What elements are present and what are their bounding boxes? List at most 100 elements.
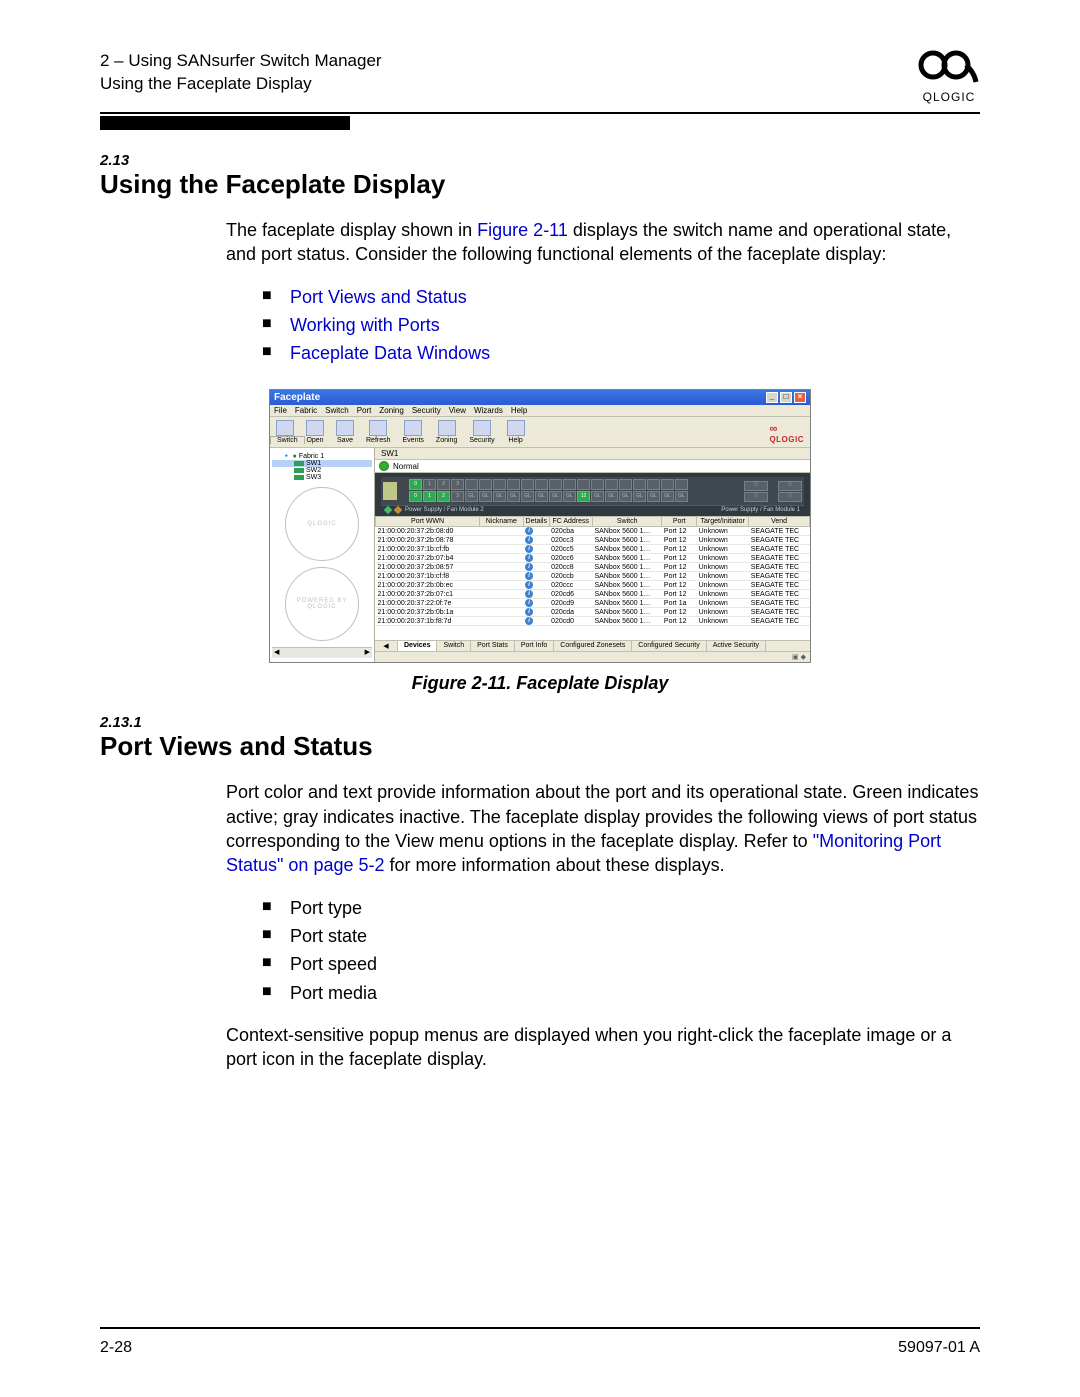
switch-port[interactable] bbox=[563, 479, 576, 490]
switch-port[interactable] bbox=[521, 479, 534, 490]
tab-switch[interactable]: Switch bbox=[437, 641, 471, 651]
info-icon[interactable]: i bbox=[525, 617, 533, 625]
table-row[interactable]: 21:00:00:20:37:2b:07:b4i020cc6SANbox 560… bbox=[376, 554, 810, 563]
faceplate-graphic[interactable]: 0123 0123GLGLGLGLGLGLGLGL12GLGLGLGLGLGLG… bbox=[375, 473, 810, 516]
close-button[interactable]: × bbox=[794, 392, 806, 403]
switch-port[interactable]: 2 bbox=[437, 491, 450, 502]
menu-help[interactable]: Help bbox=[511, 406, 527, 415]
info-icon[interactable]: i bbox=[525, 536, 533, 544]
switch-port[interactable] bbox=[633, 479, 646, 490]
switch-port[interactable]: GL bbox=[605, 491, 618, 502]
info-icon[interactable]: i bbox=[525, 563, 533, 571]
switch-port[interactable]: GL bbox=[619, 491, 632, 502]
switch-port[interactable] bbox=[675, 479, 688, 490]
table-row[interactable]: 21:00:00:20:37:2b:08:57i020cc8SANbox 560… bbox=[376, 563, 810, 572]
table-header[interactable]: Details bbox=[523, 517, 549, 527]
maximize-button[interactable]: □ bbox=[780, 392, 792, 403]
info-icon[interactable]: i bbox=[525, 572, 533, 580]
table-row[interactable]: 21:00:00:20:37:2b:07:c1i020cd6SANbox 560… bbox=[376, 590, 810, 599]
expansion-port[interactable]: 0 bbox=[744, 492, 768, 502]
switch-port[interactable] bbox=[549, 479, 562, 490]
expansion-port[interactable]: 0 bbox=[778, 492, 802, 502]
tab-conf-security[interactable]: Configured Security bbox=[632, 641, 706, 651]
menu-fabric[interactable]: Fabric bbox=[295, 406, 317, 415]
switch-port[interactable] bbox=[493, 479, 506, 490]
table-header[interactable]: FC Address bbox=[549, 517, 592, 527]
table-row[interactable]: 21:00:00:20:37:1b:f8:7di020cd0SANbox 560… bbox=[376, 617, 810, 626]
toolbar-save[interactable]: Save bbox=[336, 420, 354, 444]
expansion-port[interactable]: 0 bbox=[744, 481, 768, 491]
expansion-port[interactable]: 0 bbox=[778, 481, 802, 491]
switch-port[interactable]: GL bbox=[521, 491, 534, 502]
info-icon[interactable]: i bbox=[525, 527, 533, 535]
switch-port[interactable]: GL bbox=[465, 491, 478, 502]
table-row[interactable]: 21:00:00:20:37:1b:cf:fbi020cc5SANbox 560… bbox=[376, 545, 810, 554]
info-icon[interactable]: i bbox=[525, 545, 533, 553]
tab-devices[interactable]: Devices bbox=[398, 641, 437, 651]
switch-port[interactable] bbox=[591, 479, 604, 490]
switch-port[interactable]: 1 bbox=[423, 491, 436, 502]
menu-switch[interactable]: Switch bbox=[325, 406, 349, 415]
toolbar-security[interactable]: Security bbox=[469, 420, 494, 444]
switch-port[interactable]: GL bbox=[479, 491, 492, 502]
switch-port[interactable]: 0 bbox=[409, 479, 422, 490]
switch-port[interactable]: 3 bbox=[451, 491, 464, 502]
tab-port-info[interactable]: Port Info bbox=[515, 641, 554, 651]
table-header[interactable]: Port WWN bbox=[376, 517, 480, 527]
switch-port[interactable] bbox=[535, 479, 548, 490]
switch-port[interactable] bbox=[647, 479, 660, 490]
tab-port-stats[interactable]: Port Stats bbox=[471, 641, 515, 651]
tree-sw3[interactable]: SW3 bbox=[272, 474, 372, 481]
tree-scrollbar[interactable]: ◀▶ bbox=[272, 647, 372, 658]
switch-port[interactable]: 0 bbox=[409, 491, 422, 502]
ethernet-port-icon[interactable] bbox=[383, 482, 397, 500]
menu-file[interactable]: File bbox=[274, 406, 287, 415]
info-icon[interactable]: i bbox=[525, 554, 533, 562]
toolbar-help[interactable]: Help bbox=[507, 420, 525, 444]
toolbar-events[interactable]: Events bbox=[403, 420, 424, 444]
switch-port[interactable] bbox=[605, 479, 618, 490]
tree-sw2[interactable]: SW2 bbox=[272, 467, 372, 474]
switch-port[interactable]: GL bbox=[493, 491, 506, 502]
tree-sw1[interactable]: SW1 bbox=[272, 460, 372, 467]
table-header[interactable]: Port bbox=[662, 517, 697, 527]
switch-port[interactable] bbox=[479, 479, 492, 490]
switch-port[interactable]: 2 bbox=[437, 479, 450, 490]
link-working-ports[interactable]: Working with Ports bbox=[290, 315, 440, 335]
tab-scroll-left[interactable]: ◀ bbox=[375, 641, 398, 651]
figure-link[interactable]: Figure 2-11 bbox=[477, 220, 568, 240]
table-row[interactable]: 21:00:00:20:37:2b:0b:eci020cccSANbox 560… bbox=[376, 581, 810, 590]
table-header[interactable]: Vend bbox=[749, 517, 810, 527]
link-port-views[interactable]: Port Views and Status bbox=[290, 287, 467, 307]
switch-port[interactable]: 12 bbox=[577, 491, 590, 502]
switch-port[interactable] bbox=[577, 479, 590, 490]
tree-fabric[interactable]: 🔹 ● Fabric 1 bbox=[272, 452, 372, 460]
tab-conf-zonesets[interactable]: Configured Zonesets bbox=[554, 641, 632, 651]
switch-port[interactable]: GL bbox=[549, 491, 562, 502]
table-row[interactable]: 21:00:00:20:37:1b:cf:f8i020ccbSANbox 560… bbox=[376, 572, 810, 581]
minimize-button[interactable]: _ bbox=[766, 392, 778, 403]
table-row[interactable]: 21:00:00:20:37:22:0f:7ei020cd9SANbox 560… bbox=[376, 599, 810, 608]
menu-zoning[interactable]: Zoning bbox=[379, 406, 403, 415]
switch-port[interactable]: GL bbox=[647, 491, 660, 502]
switch-port[interactable]: GL bbox=[563, 491, 576, 502]
switch-port[interactable] bbox=[661, 479, 674, 490]
table-row[interactable]: 21:00:00:20:37:2b:0b:1ai020cdaSANbox 560… bbox=[376, 608, 810, 617]
toolbar-zoning[interactable]: Zoning bbox=[436, 420, 457, 444]
switch-port[interactable]: GL bbox=[507, 491, 520, 502]
switch-port[interactable]: GL bbox=[675, 491, 688, 502]
switch-port[interactable]: GL bbox=[535, 491, 548, 502]
toolbar-refresh[interactable]: Refresh bbox=[366, 420, 391, 444]
info-icon[interactable]: i bbox=[525, 599, 533, 607]
tree-tab[interactable]: Switch bbox=[270, 436, 305, 444]
toolbar-open[interactable]: Open bbox=[306, 420, 324, 444]
table-row[interactable]: 21:00:00:20:37:2b:08:78i020cc3SANbox 560… bbox=[376, 536, 810, 545]
menu-port[interactable]: Port bbox=[357, 406, 372, 415]
table-header[interactable]: Target/Initiator bbox=[697, 517, 749, 527]
switch-port[interactable]: 1 bbox=[423, 479, 436, 490]
info-icon[interactable]: i bbox=[525, 608, 533, 616]
switch-port[interactable]: GL bbox=[633, 491, 646, 502]
switch-port[interactable] bbox=[619, 479, 632, 490]
tab-active-security[interactable]: Active Security bbox=[707, 641, 766, 651]
table-header[interactable]: Nickname bbox=[480, 517, 523, 527]
